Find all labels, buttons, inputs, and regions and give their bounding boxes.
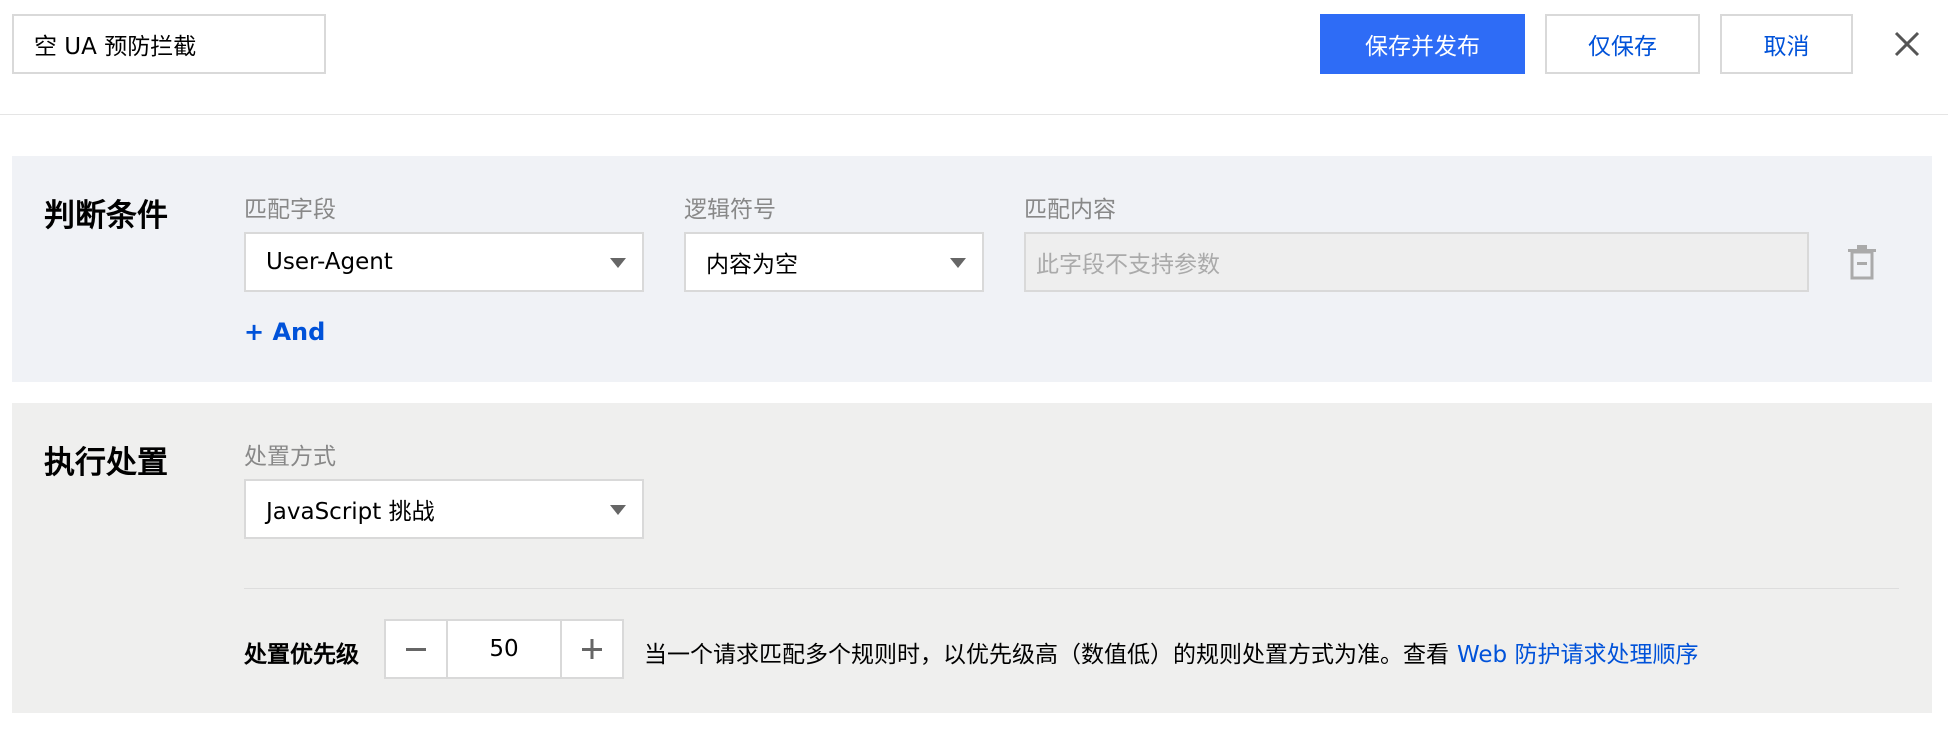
section-divider — [244, 588, 1899, 589]
chevron-down-icon — [610, 505, 626, 515]
decrement-button[interactable] — [386, 621, 446, 677]
logic-label: 逻辑符号 — [684, 197, 776, 223]
match-content-label: 匹配内容 — [1024, 197, 1116, 223]
chevron-down-icon — [950, 258, 966, 268]
trash-icon-graphic — [1848, 245, 1876, 280]
priority-description: 当一个请求匹配多个规则时，以优先级高（数值低）的规则处置方式为准。查看 Web 防… — [644, 635, 1698, 669]
processing-order-link[interactable]: Web 防护请求处理顺序 — [1457, 642, 1698, 668]
match-content-input: 此字段不支持参数 — [1024, 232, 1809, 292]
condition-panel: 判断条件 匹配字段 User-Agent 逻辑符号 内容为空 匹配内容 此字段不… — [12, 156, 1932, 382]
trash-icon[interactable] — [1845, 244, 1879, 284]
increment-button[interactable] — [562, 621, 622, 677]
priority-description-text: 当一个请求匹配多个规则时，以优先级高（数值低）的规则处置方式为准。查看 — [644, 642, 1449, 668]
plus-icon — [582, 639, 602, 659]
action-title: 执行处置 — [44, 445, 168, 481]
priority-label: 处置优先级 — [244, 642, 359, 668]
match-field-value: User-Agent — [266, 249, 393, 275]
chevron-down-icon — [610, 258, 626, 268]
close-icon-graphic — [1894, 31, 1920, 57]
add-and-condition-link[interactable]: + And — [244, 318, 325, 346]
action-method-value: JavaScript 挑战 — [266, 499, 435, 525]
match-field-label: 匹配字段 — [244, 197, 336, 223]
rule-name-input[interactable]: 空 UA 预防拦截 — [12, 14, 326, 74]
editor-header: 空 UA 预防拦截 保存并发布 仅保存 取消 — [0, 0, 1948, 115]
close-icon[interactable] — [1887, 24, 1927, 64]
logic-select[interactable]: 内容为空 — [684, 232, 984, 292]
priority-stepper: 50 — [384, 619, 624, 679]
minus-icon — [406, 648, 426, 651]
condition-title: 判断条件 — [44, 198, 168, 234]
action-method-label: 处置方式 — [244, 444, 336, 470]
match-field-select[interactable]: User-Agent — [244, 232, 644, 292]
cancel-button[interactable]: 取消 — [1720, 14, 1853, 74]
priority-input[interactable]: 50 — [446, 621, 562, 677]
action-method-select[interactable]: JavaScript 挑战 — [244, 479, 644, 539]
logic-value: 内容为空 — [706, 252, 798, 278]
save-only-button[interactable]: 仅保存 — [1545, 14, 1700, 74]
save-and-publish-button[interactable]: 保存并发布 — [1320, 14, 1525, 74]
action-panel: 执行处置 处置方式 JavaScript 挑战 处置优先级 50 当一个请求匹配… — [12, 403, 1932, 713]
